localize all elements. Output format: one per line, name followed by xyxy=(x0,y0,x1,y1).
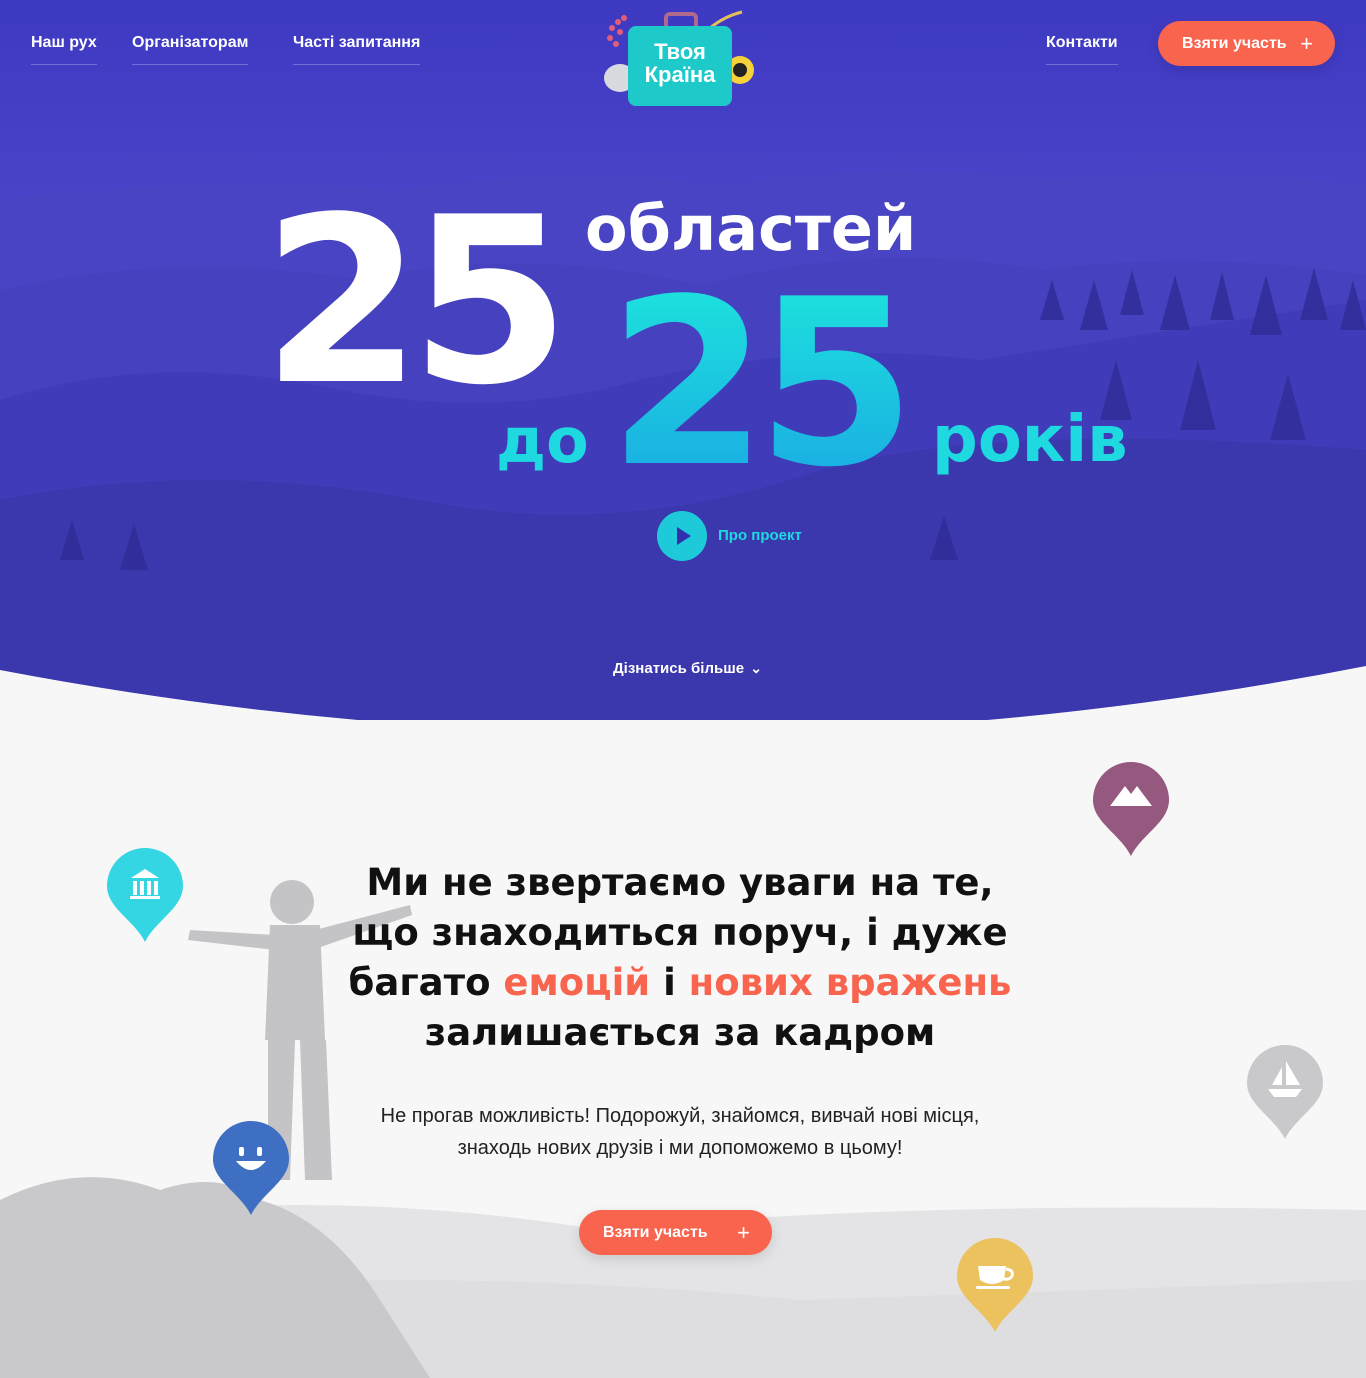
headline-line-2: що знаходиться поруч, і дуже xyxy=(352,911,1008,954)
headline-highlight-emotions: емоцій xyxy=(503,961,651,1004)
logo-line-2: Країна xyxy=(644,62,716,87)
logo-line-1: Твоя xyxy=(654,39,706,64)
intro-line-1: Не прогав можливість! Подорожуй, знайомс… xyxy=(380,1105,980,1127)
plus-icon: + xyxy=(1300,30,1313,56)
headline-line-4: залишається за кадром xyxy=(424,1011,936,1054)
headline-text: багато xyxy=(348,961,504,1004)
nav-link-contacts[interactable]: Контакти xyxy=(1046,34,1118,65)
logo-suitcase: Твоя Країна xyxy=(628,26,732,106)
map-pin-museum[interactable] xyxy=(106,848,184,944)
headline-line-1: Ми не звертаємо уваги на те, xyxy=(366,861,994,904)
hero-section: Наш рух Організаторам Часті запитання Ко… xyxy=(0,0,1366,720)
headline-text: і xyxy=(650,961,689,1004)
map-pin-boat[interactable] xyxy=(1246,1045,1324,1141)
plus-icon: + xyxy=(737,1219,750,1245)
play-video-button[interactable] xyxy=(657,511,707,561)
content-join-button[interactable]: Взяти участь + xyxy=(579,1210,772,1255)
content-join-label: Взяти участь xyxy=(603,1223,708,1241)
main-headline: Ми не звертаємо уваги на те, що знаходит… xyxy=(330,858,1030,1058)
hero-word-years: років xyxy=(932,403,1128,477)
nav-link-our-movement[interactable]: Наш рух xyxy=(31,34,97,65)
map-pin-smile[interactable] xyxy=(212,1121,290,1217)
logo[interactable]: Твоя Країна xyxy=(600,8,770,108)
header-join-label: Взяти участь xyxy=(1182,34,1287,52)
nav-link-faq[interactable]: Часті запитання xyxy=(293,34,421,65)
hero-number-regions: 25 xyxy=(262,169,570,436)
intro-line-2: знаходь нових друзів і ми допоможемо в ц… xyxy=(457,1137,903,1159)
hero-number-age: 25 xyxy=(608,251,916,518)
intro-paragraph: Не прогав можливість! Подорожуй, знайомс… xyxy=(330,1100,1030,1164)
map-pin-mountain[interactable] xyxy=(1092,762,1170,858)
header-join-button[interactable]: Взяти участь + xyxy=(1158,21,1335,66)
learn-more-label: Дізнатись більше xyxy=(613,660,745,677)
headline-line-3: багато емоцій і нових вражень xyxy=(330,958,1030,1008)
headline-highlight-impressions: нових вражень xyxy=(688,961,1012,1004)
about-project-link[interactable]: Про проект xyxy=(718,527,802,544)
map-pin-coffee[interactable] xyxy=(956,1238,1034,1334)
hero-curve-divider xyxy=(0,666,1366,720)
hero-word-to: до xyxy=(496,404,589,477)
learn-more-link[interactable]: Дізнатись більше ⌄ xyxy=(613,660,762,677)
nav-link-organizers[interactable]: Організаторам xyxy=(132,34,249,65)
chevron-down-icon: ⌄ xyxy=(750,660,762,676)
